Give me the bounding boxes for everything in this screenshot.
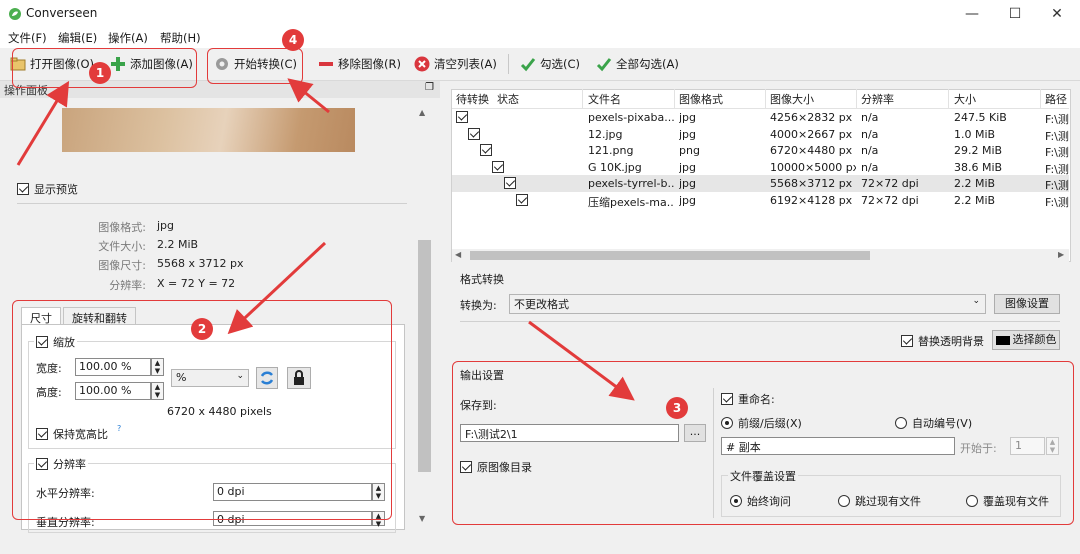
annotation-arrows (16, 78, 635, 401)
